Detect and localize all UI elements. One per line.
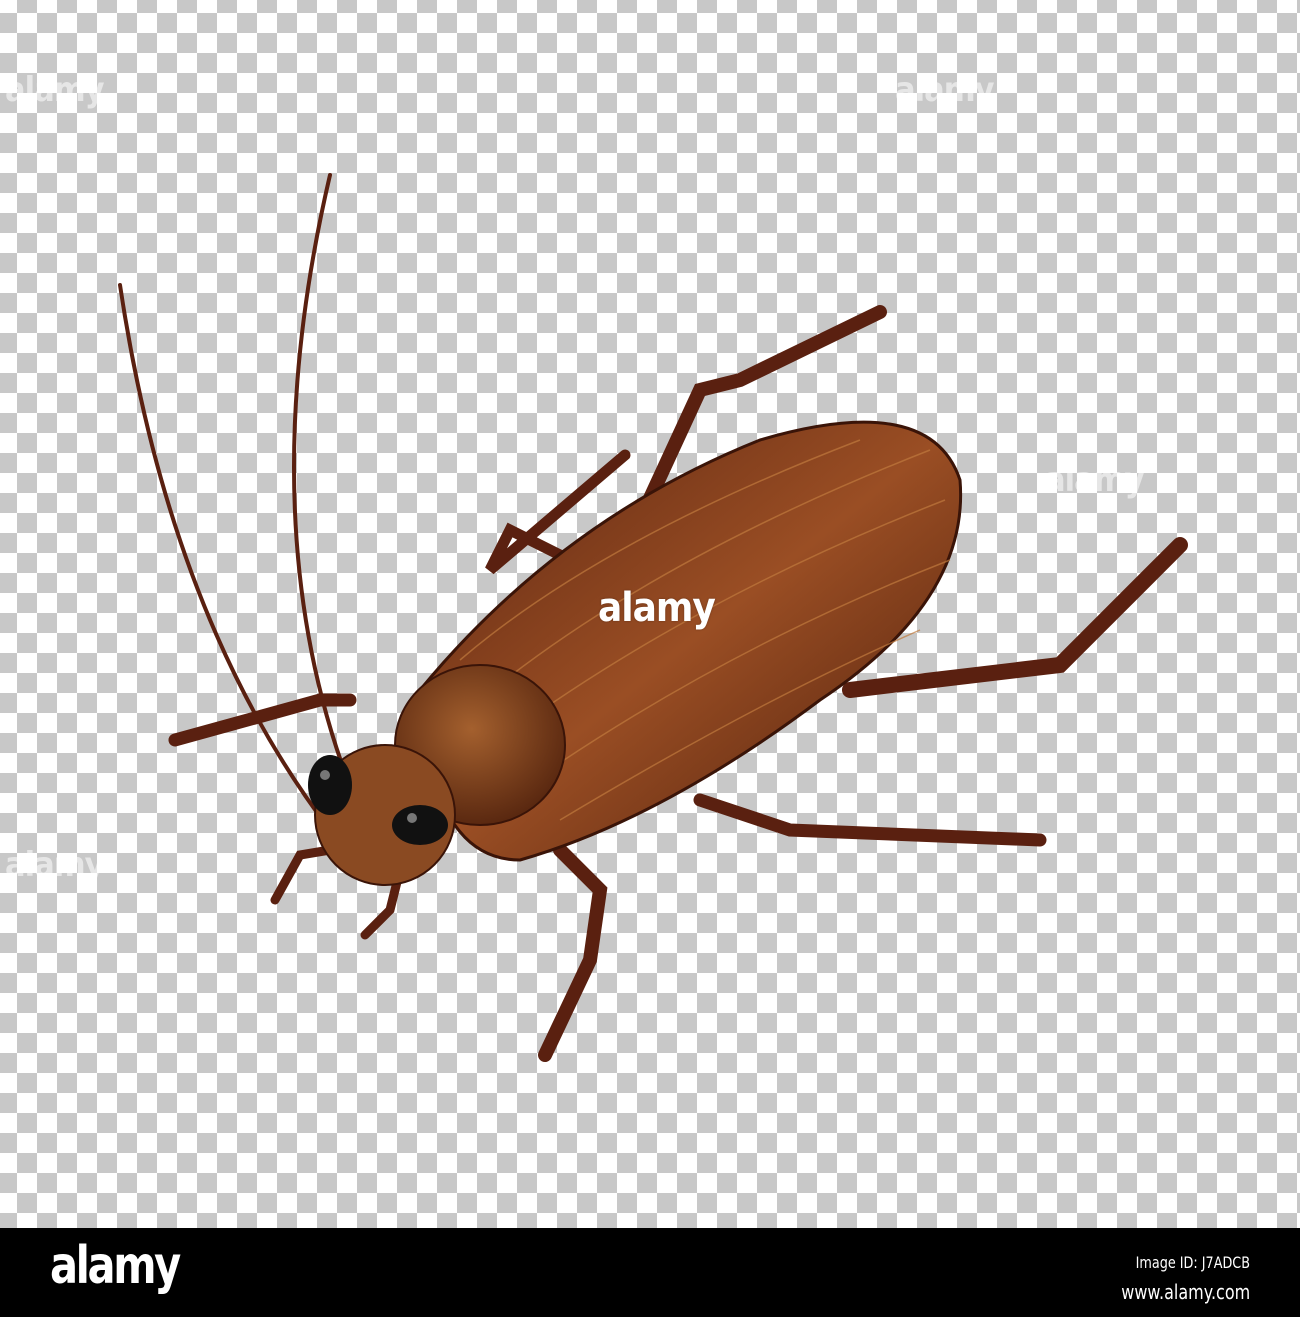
- alamy-logo[interactable]: alamy: [50, 1236, 181, 1296]
- watermark: alamy: [1045, 460, 1145, 500]
- transparent-checkerboard-background: alamy alamy alamy alamy alamy: [0, 0, 1300, 1228]
- watermark: alamy: [5, 70, 105, 110]
- watermark: alamy: [895, 70, 995, 110]
- footer-bar: alamy Image ID: J7ADCB www.alamy.com: [0, 1228, 1300, 1317]
- watermark-center: alamy: [598, 585, 716, 631]
- image-id: Image ID: J7ADCB: [1135, 1253, 1250, 1272]
- watermark: alamy: [5, 845, 105, 885]
- site-url[interactable]: www.alamy.com: [1121, 1280, 1250, 1304]
